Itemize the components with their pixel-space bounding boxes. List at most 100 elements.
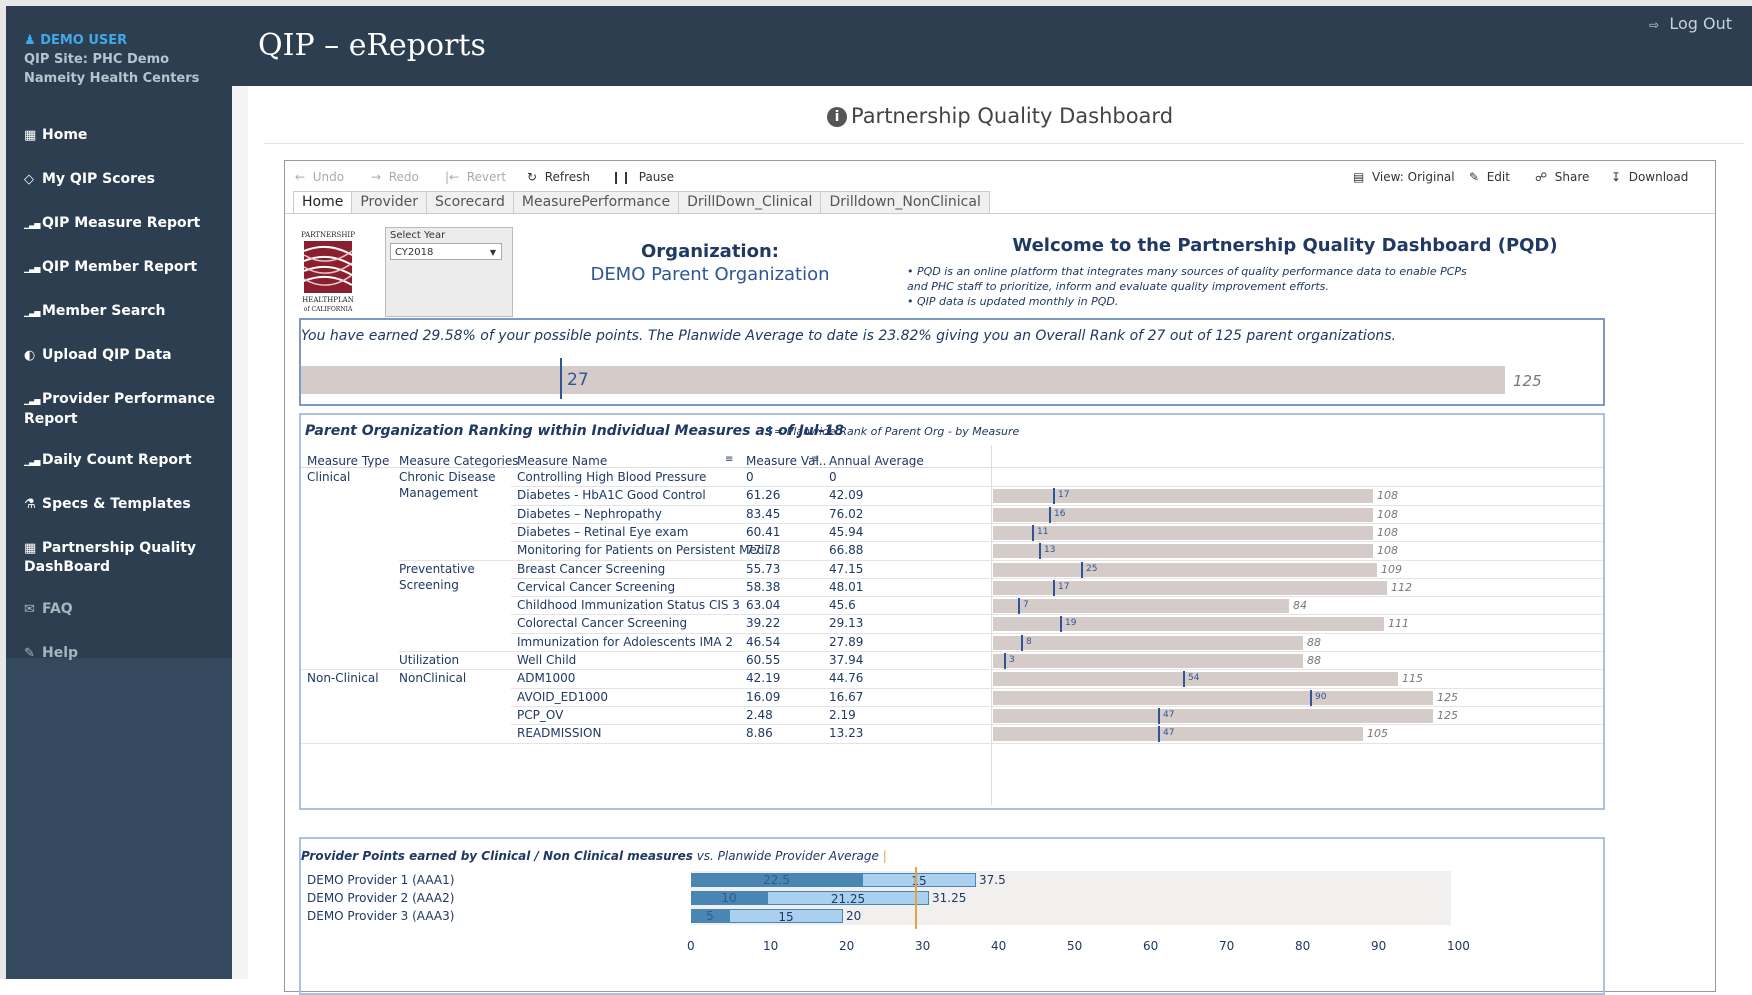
overall-rank-bar[interactable] bbox=[301, 366, 1505, 394]
measure-rank-total: 108 bbox=[1377, 489, 1398, 502]
pause-button[interactable]: ❙❙ Pause bbox=[611, 170, 674, 184]
provider-nonclinical-bar[interactable]: 15 bbox=[862, 873, 976, 888]
measure-value: 8.86 bbox=[746, 726, 773, 740]
view-original-button[interactable]: ▤ View: Original bbox=[1353, 170, 1455, 184]
user-name[interactable]: ♟ DEMO USER bbox=[24, 31, 232, 50]
sidebar-item-provider-performance-report[interactable]: ▁▃▅ Provider Performance Report bbox=[6, 390, 232, 429]
measure-name[interactable]: PCP_OV bbox=[517, 708, 563, 722]
measure-rank-bar[interactable] bbox=[993, 489, 1373, 503]
measure-rank-bar[interactable] bbox=[993, 563, 1377, 577]
provider-nonclinical-bar[interactable]: 15 bbox=[729, 909, 843, 924]
sidebar-item-daily-count-report[interactable]: ▁▃▅ Daily Count Report bbox=[6, 451, 232, 471]
measure-rank-bar[interactable] bbox=[993, 526, 1373, 540]
overall-rank-panel: You have earned 29.58% of your possible … bbox=[299, 318, 1605, 406]
sort-icon[interactable]: ≡ bbox=[811, 454, 819, 465]
provider-clinical-bar[interactable]: 10 bbox=[691, 891, 767, 905]
annual-average: 42.09 bbox=[829, 488, 864, 502]
logout-button[interactable]: ⇨ Log Out bbox=[1649, 14, 1732, 33]
measure-rank-bar[interactable] bbox=[993, 727, 1363, 741]
header-measure-name[interactable]: Measure Name bbox=[517, 454, 607, 468]
measure-rank-total: 112 bbox=[1391, 581, 1412, 594]
sidebar-item-qip-measure-report[interactable]: ▁▃▅ QIP Measure Report bbox=[6, 214, 232, 234]
average-marker-legend-icon: | bbox=[882, 849, 887, 863]
tab-measureperformance[interactable]: MeasurePerformance bbox=[512, 191, 680, 214]
year-select[interactable]: CY2018 ▼ bbox=[390, 243, 502, 260]
tab-drilldown-nonclinical[interactable]: Drilldown_NonClinical bbox=[820, 191, 990, 214]
measure-value: 61.26 bbox=[746, 488, 781, 502]
measure-name[interactable]: ADM1000 bbox=[517, 671, 575, 685]
bar-chart-icon: ▁▃▅ bbox=[24, 396, 40, 405]
info-icon[interactable]: i bbox=[826, 107, 847, 127]
viz-toolbar: ← Undo → Redo |← Revert ↻ Refresh ❙❙ Pau… bbox=[285, 161, 1715, 189]
sidebar-item-label: QIP Member Report bbox=[42, 259, 198, 275]
measure-rank-bar[interactable] bbox=[993, 654, 1303, 668]
provider-clinical-bar[interactable]: 22.5 bbox=[691, 873, 862, 887]
refresh-button[interactable]: ↻ Refresh bbox=[527, 170, 590, 184]
sidebar-item-partnership-quality-dashboard[interactable]: ▦ Partnership Quality DashBoard bbox=[6, 539, 232, 577]
measure-name[interactable]: Diabetes – Retinal Eye exam bbox=[517, 525, 688, 539]
tab-scorecard[interactable]: Scorecard bbox=[425, 191, 514, 214]
measure-name[interactable]: Controlling High Blood Pressure bbox=[517, 470, 706, 484]
sidebar-item-member-search[interactable]: ▁▃▅ Member Search bbox=[6, 302, 232, 322]
provider-nonclinical-bar[interactable]: 21.25 bbox=[767, 891, 929, 906]
header-annual-average[interactable]: Annual Average bbox=[829, 454, 924, 468]
sidebar-item-faq[interactable]: ✉ FAQ bbox=[6, 600, 232, 619]
sidebar-item-label: FAQ bbox=[42, 601, 73, 617]
sidebar-item-home[interactable]: ▦ Home bbox=[6, 126, 232, 145]
measure-rank-bar[interactable] bbox=[993, 691, 1433, 705]
redo-button[interactable]: → Redo bbox=[371, 170, 419, 184]
measure-name[interactable]: READMISSION bbox=[517, 726, 601, 740]
measure-name[interactable]: Breast Cancer Screening bbox=[517, 562, 665, 576]
measure-value: 39.22 bbox=[746, 616, 781, 630]
annual-average: 48.01 bbox=[829, 580, 864, 594]
tab-drilldown-clinical[interactable]: DrillDown_Clinical bbox=[678, 191, 822, 214]
diamond-icon: ◇ bbox=[24, 172, 34, 187]
measure-rank-marker bbox=[1053, 488, 1055, 504]
share-button[interactable]: ☍ Share bbox=[1535, 170, 1589, 184]
header-measure-type[interactable]: Measure Type bbox=[307, 454, 389, 468]
provider-name[interactable]: DEMO Provider 2 (AAA2) bbox=[307, 891, 454, 905]
measure-rank-bar[interactable] bbox=[993, 636, 1303, 650]
measure-name[interactable]: Childhood Immunization Status CIS 3 bbox=[517, 598, 740, 612]
sort-icon[interactable]: ≡ bbox=[725, 454, 733, 465]
tableau-viz: ← Undo → Redo |← Revert ↻ Refresh ❙❙ Pau… bbox=[284, 160, 1716, 995]
measure-name[interactable]: Colorectal Cancer Screening bbox=[517, 616, 687, 630]
home-icon: ▦ bbox=[24, 128, 37, 143]
header-measure-categories[interactable]: Measure Categories bbox=[399, 454, 519, 468]
chevron-down-icon: ▼ bbox=[489, 248, 496, 257]
measure-name[interactable]: Monitoring for Patients on Persistent Me… bbox=[517, 543, 775, 557]
tab-provider[interactable]: Provider bbox=[351, 191, 427, 214]
measure-name[interactable]: Well Child bbox=[517, 653, 576, 667]
year-filter-label: Select Year bbox=[390, 230, 446, 241]
revert-button[interactable]: |← Revert bbox=[445, 170, 506, 184]
provider-name[interactable]: DEMO Provider 1 (AAA1) bbox=[307, 873, 454, 887]
partnership-logo: PARTNERSHIP HEALTHPLAN of CALIFORNIA bbox=[301, 229, 355, 315]
provider-clinical-bar[interactable]: 5 bbox=[691, 909, 729, 923]
tab-home[interactable]: Home bbox=[293, 191, 353, 214]
measure-rank-bar[interactable] bbox=[993, 617, 1384, 631]
edit-button[interactable]: ✎ Edit bbox=[1469, 170, 1510, 184]
measure-rank-total: 125 bbox=[1437, 691, 1458, 704]
measure-category: Preventative bbox=[399, 562, 475, 576]
measure-name[interactable]: Diabetes - HbA1C Good Control bbox=[517, 488, 706, 502]
provider-name[interactable]: DEMO Provider 3 (AAA3) bbox=[307, 909, 454, 923]
sidebar-item-qip-member-report[interactable]: ▁▃▅ QIP Member Report bbox=[6, 258, 232, 278]
earned-summary: You have earned 29.58% of your possible … bbox=[301, 328, 1397, 344]
measure-name[interactable]: AVOID_ED1000 bbox=[517, 690, 608, 704]
sidebar-item-upload-qip-data[interactable]: ◐ Upload QIP Data bbox=[6, 346, 232, 365]
sidebar-item-specs-templates[interactable]: ⚗ Specs & Templates bbox=[6, 495, 232, 514]
welcome-title: Welcome to the Partnership Quality Dashb… bbox=[1012, 235, 1558, 256]
measure-rank-bar[interactable] bbox=[993, 599, 1289, 613]
sidebar-item-help[interactable]: ✎ Help bbox=[6, 644, 232, 663]
download-button[interactable]: ↧ Download bbox=[1611, 170, 1688, 184]
measure-name[interactable]: Immunization for Adolescents IMA 2 bbox=[517, 635, 733, 649]
measure-name[interactable]: Cervical Cancer Screening bbox=[517, 580, 675, 594]
measure-rank-bar[interactable] bbox=[993, 709, 1433, 723]
sidebar-item-label: Partnership Quality DashBoard bbox=[24, 540, 197, 575]
measure-ranking-panel: Parent Organization Ranking within Indiv… bbox=[299, 413, 1605, 810]
undo-button[interactable]: ← Undo bbox=[295, 170, 344, 184]
logo-graphic: PARTNERSHIP HEALTHPLAN of CALIFORNIA bbox=[301, 231, 355, 313]
sidebar-item-my-qip-scores[interactable]: ◇ My QIP Scores bbox=[6, 170, 232, 189]
measure-name[interactable]: Diabetes – Nephropathy bbox=[517, 507, 662, 521]
view-icon: ▤ bbox=[1353, 170, 1365, 184]
